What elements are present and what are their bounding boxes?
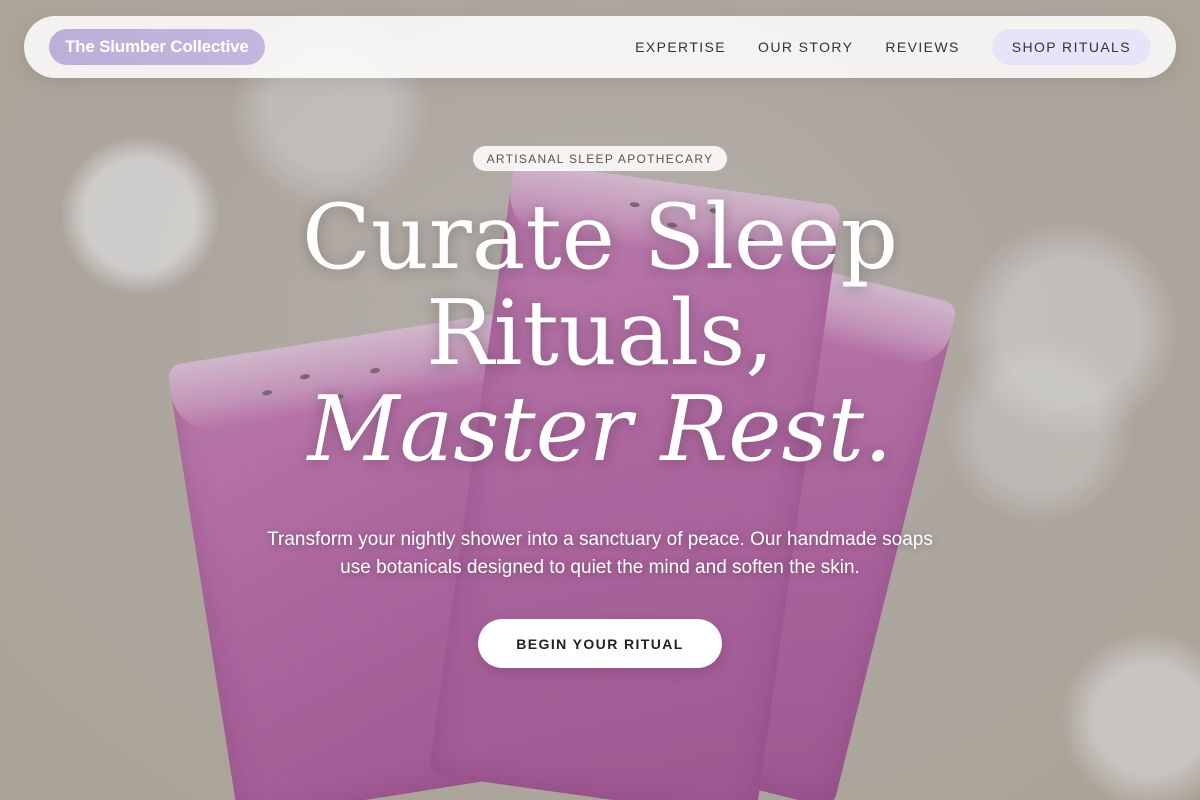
headline-line-2: Rituals,: [426, 281, 774, 386]
shop-rituals-button[interactable]: SHOP RITUALS: [991, 29, 1151, 65]
headline-line-1: Curate Sleep: [301, 185, 899, 290]
nav-link-our-story[interactable]: OUR STORY: [758, 39, 853, 55]
nav-link-expertise[interactable]: EXPERTISE: [635, 39, 726, 55]
nav-link-reviews[interactable]: REVIEWS: [885, 39, 959, 55]
top-navbar: The Slumber Collective EXPERTISE OUR STO…: [24, 16, 1176, 78]
begin-ritual-button[interactable]: BEGIN YOUR RITUAL: [478, 619, 722, 668]
headline-line-3: Master Rest.: [307, 377, 893, 482]
hero-subtext: Transform your nightly shower into a san…: [267, 529, 933, 578]
hero-headline: Curate Sleep Rituals, Master Rest.: [150, 190, 1050, 478]
nav-links: EXPERTISE OUR STORY REVIEWS SHOP RITUALS: [635, 29, 1151, 65]
hero-eyebrow-badge: ARTISANAL SLEEP APOTHECARY: [473, 146, 727, 171]
brand-logo[interactable]: The Slumber Collective: [49, 29, 265, 65]
